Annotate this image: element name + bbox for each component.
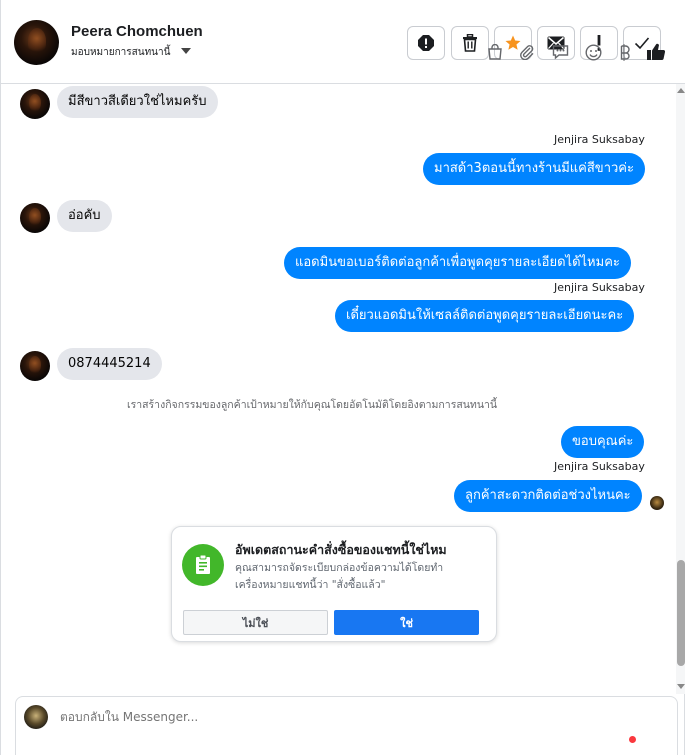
outgoing-message[interactable]: ลูกค้าสะดวกติดต่อช่วงไหนคะ — [454, 480, 642, 512]
conversation-panel: Peera Chomchuen มอบหมายการสนทนานี้ มีสีข… — [0, 0, 685, 755]
saved-reply-icon[interactable] — [550, 43, 570, 61]
order-status-prompt: อัพเดตสถานะคำสั่งซื้อของแชทนี้ใช่ไหม คุณ… — [171, 526, 497, 642]
payment-icon[interactable] — [615, 43, 635, 61]
contact-avatar-small — [20, 351, 50, 381]
scrollbar-thumb[interactable] — [677, 560, 685, 666]
seen-receipt-avatar — [650, 496, 664, 510]
assign-conversation-dropdown[interactable]: มอบหมายการสนทนานี้ — [71, 45, 170, 60]
sender-name: Jenjira Suksabay — [554, 281, 645, 294]
contact-avatar-small — [20, 89, 50, 119]
chevron-down-icon[interactable] — [181, 48, 191, 54]
sender-name: Jenjira Suksabay — [554, 133, 645, 146]
contact-avatar-small — [20, 203, 50, 233]
card-description: คุณสามารถจัดระเบียบกล่องข้อความได้โดยทำเ… — [235, 562, 444, 591]
reply-composer — [15, 696, 678, 755]
outgoing-message[interactable]: แอดมินขอเบอร์ติดต่อลูกค้าเพื่อพูดคุยรายล… — [284, 247, 631, 279]
outgoing-message[interactable]: เดี๋ยวแอดมินให้เซลล์ติดต่อพูดคุยรายละเอี… — [335, 300, 635, 332]
no-button[interactable]: ไม่ใช่ — [183, 610, 328, 635]
delete-button[interactable] — [451, 26, 489, 60]
system-notice: เราสร้างกิจกรรมของลูกค้าเป้าหมายให้กับคุ… — [127, 399, 498, 411]
like-icon[interactable] — [646, 43, 666, 61]
incoming-message[interactable]: 0874445214 — [57, 348, 162, 380]
outgoing-message[interactable]: มาสด้า3ตอนนี้ทางร้านมีแค่สีขาวค่ะ — [423, 153, 645, 185]
spam-icon — [418, 35, 434, 51]
trash-icon — [463, 34, 477, 52]
card-title: อัพเดตสถานะคำสั่งซื้อของแชทนี้ใช่ไหม — [235, 542, 447, 557]
sender-name: Jenjira Suksabay — [554, 460, 645, 473]
scroll-down-arrow-icon[interactable] — [677, 684, 685, 689]
page-avatar — [24, 705, 48, 729]
bag-icon[interactable] — [485, 43, 505, 61]
contact-name[interactable]: Peera Chomchuen — [71, 23, 203, 40]
incoming-message[interactable]: มีสีขาวสีเดียวใช่ไหมครับ — [57, 86, 218, 118]
yes-button[interactable]: ใช่ — [334, 610, 479, 635]
conversation-header: Peera Chomchuen มอบหมายการสนทนานี้ — [1, 0, 685, 84]
paperclip-icon[interactable] — [517, 43, 537, 61]
emoji-icon[interactable] — [583, 43, 603, 61]
contact-avatar[interactable] — [14, 20, 59, 65]
scroll-up-arrow-icon[interactable] — [677, 88, 685, 93]
mark-spam-button[interactable] — [407, 26, 445, 60]
incoming-message[interactable]: อ่อคับ — [57, 200, 112, 232]
notification-dot — [629, 736, 636, 743]
order-receipt-icon — [182, 544, 224, 586]
outgoing-message[interactable]: ขอบคุณค่ะ — [561, 426, 645, 458]
reply-input[interactable] — [60, 710, 460, 724]
